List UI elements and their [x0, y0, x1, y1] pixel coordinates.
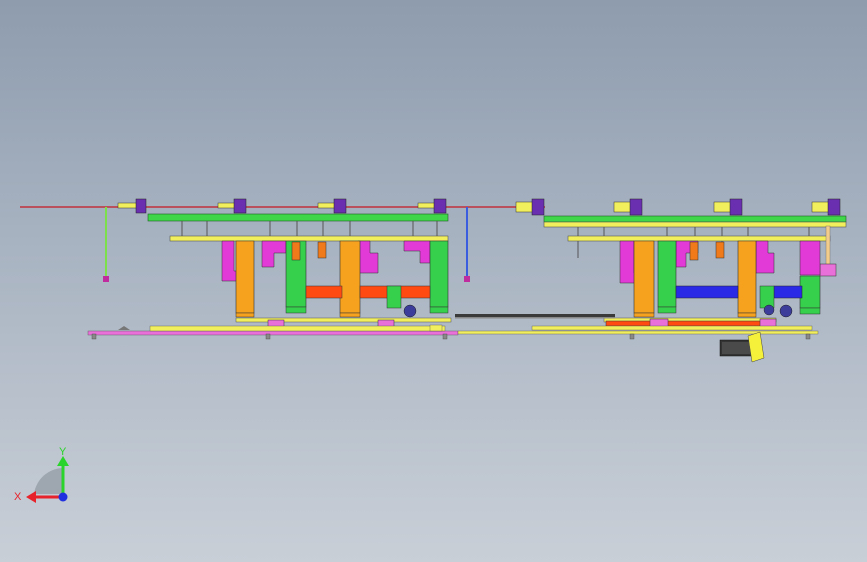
right-blue-bar-2	[773, 285, 803, 299]
middle-hanger-foot	[464, 276, 470, 282]
base-beam-right	[457, 330, 819, 335]
right-top-cylinder-4	[811, 198, 841, 216]
left-pins	[181, 221, 438, 236]
assembly-side-view: Y X	[14, 198, 847, 503]
left-top-cylinder-1	[117, 198, 147, 214]
right-magenta-bracket-3	[755, 240, 775, 274]
left-top-cylinder-3	[317, 198, 347, 214]
left-magenta-bracket-3	[357, 240, 379, 274]
left-top-plate	[147, 213, 449, 222]
right-orange-column-1	[633, 240, 655, 314]
left-magenta-bracket-4	[403, 240, 431, 264]
left-yellow-plate	[169, 235, 449, 242]
base-frame	[87, 324, 819, 340]
base-beam-left	[87, 330, 459, 336]
right-drive-box	[759, 285, 775, 309]
right-drive-wheel	[779, 304, 793, 318]
right-top-cylinder-3	[713, 198, 743, 216]
left-inner-cylinder-1	[291, 241, 301, 261]
x-axis-label: X	[14, 491, 22, 503]
z-axis-dot	[58, 492, 68, 502]
right-blue-bar-1	[675, 285, 739, 299]
left-green-column-2	[429, 240, 449, 308]
left-orange-column-1	[235, 240, 255, 314]
left-red-bar-1	[305, 285, 343, 299]
left-drive-wheel	[403, 304, 417, 318]
y-axis-label: Y	[59, 446, 67, 458]
base-top-strip-left	[149, 325, 446, 332]
right-magenta-bracket-4	[799, 240, 821, 276]
right-yellow-plate	[567, 235, 831, 242]
left-magenta-bracket-2	[261, 240, 287, 268]
right-module	[515, 198, 847, 328]
right-green-column-2	[799, 275, 821, 309]
right-top-cylinder-2	[613, 198, 643, 216]
left-top-cylinder-4	[417, 198, 447, 214]
left-top-cylinder-2	[217, 198, 247, 214]
right-handle	[819, 263, 837, 277]
coordinate-triad: Y X	[14, 446, 69, 503]
left-drive-box	[386, 285, 402, 309]
right-top-plate	[543, 215, 847, 223]
left-inner-cylinder-2	[317, 241, 327, 259]
left-hanger-foot	[103, 276, 109, 282]
right-orange-column-2	[737, 240, 757, 314]
left-orange-column-2	[339, 240, 361, 314]
right-red-rail	[605, 320, 767, 327]
right-top-yellow-strip	[543, 221, 847, 228]
left-module	[117, 198, 452, 329]
triad-quadrant	[34, 468, 63, 494]
right-top-cylinder-1	[515, 198, 545, 216]
drive-motor	[719, 331, 765, 363]
right-green-column-1	[657, 240, 677, 308]
cad-viewport[interactable]: Y X	[0, 0, 867, 562]
